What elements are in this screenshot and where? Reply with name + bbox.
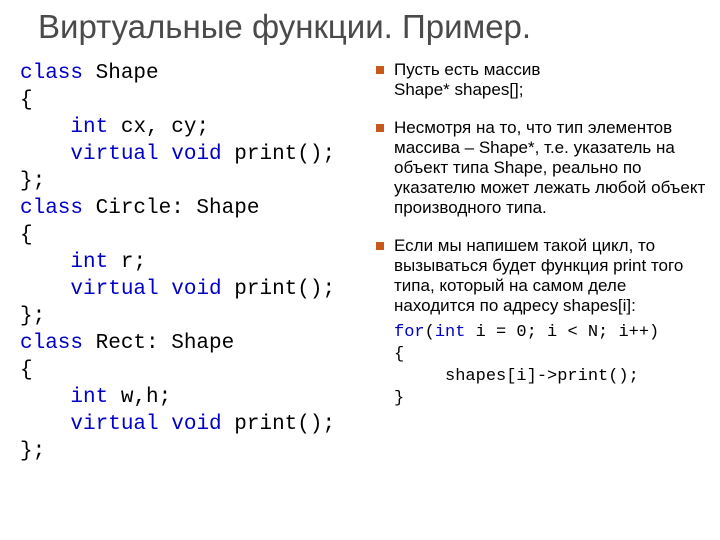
bullet-text: Пусть есть массив Shape* shapes[]; [394, 60, 706, 100]
bullet-item: Пусть есть массив Shape* shapes[]; [376, 60, 706, 100]
keyword-virtual: virtual [70, 278, 158, 301]
keyword-int: int [70, 251, 108, 274]
code-text: i = 0; i < N; i++) [465, 323, 659, 342]
code-text: }; [20, 305, 45, 328]
keyword-for: for [394, 323, 425, 342]
code-text: }; [20, 170, 45, 193]
code-text: cx, cy; [108, 116, 209, 139]
bullet-text: Если мы напишем такой цикл, то вызыватьс… [394, 236, 706, 316]
code-block-left: class Shape { int cx, cy; virtual void p… [20, 60, 380, 465]
code-text [20, 251, 70, 274]
code-text: w,h; [108, 386, 171, 409]
text-line: Shape* shapes[]; [394, 80, 706, 100]
code-text: { [20, 89, 33, 112]
code-text [20, 413, 70, 436]
code-text: Rect: Shape [83, 332, 234, 355]
keyword-void: void [171, 413, 221, 436]
code-text: r; [108, 251, 146, 274]
slide: Виртуальные функции. Пример. class Shape… [0, 0, 720, 540]
code-text: print(); [222, 278, 335, 301]
keyword-int: int [70, 386, 108, 409]
bullet-icon [376, 124, 384, 132]
keyword-virtual: virtual [70, 413, 158, 436]
code-text: Circle: Shape [83, 197, 259, 220]
bullet-icon [376, 66, 384, 74]
text-line: Пусть есть массив [394, 60, 706, 80]
right-column: Пусть есть массив Shape* shapes[]; Несмо… [376, 60, 706, 410]
keyword-class: class [20, 62, 83, 85]
keyword-void: void [171, 143, 221, 166]
code-text: Shape [83, 62, 159, 85]
code-text [159, 413, 172, 436]
bullet-icon [376, 242, 384, 250]
slide-title: Виртуальные функции. Пример. [38, 8, 531, 46]
code-text: { [20, 224, 33, 247]
code-text [20, 386, 70, 409]
code-text: }; [20, 440, 45, 463]
bullet-text: Несмотря на то, что тип элементов массив… [394, 118, 706, 218]
keyword-void: void [171, 278, 221, 301]
code-text [159, 143, 172, 166]
code-block-right: for(int i = 0; i < N; i++) { shapes[i]->… [394, 322, 706, 410]
code-text: ( [425, 323, 435, 342]
code-text: { [20, 359, 33, 382]
keyword-class: class [20, 197, 83, 220]
code-text [20, 116, 70, 139]
bullet-item: Если мы напишем такой цикл, то вызыватьс… [376, 236, 706, 316]
bullet-item: Несмотря на то, что тип элементов массив… [376, 118, 706, 218]
code-text [159, 278, 172, 301]
keyword-int: int [435, 323, 466, 342]
code-text: { [394, 345, 404, 364]
keyword-virtual: virtual [70, 143, 158, 166]
code-text: } [394, 389, 404, 408]
code-text: print(); [222, 143, 335, 166]
keyword-class: class [20, 332, 83, 355]
code-text [20, 278, 70, 301]
code-text [20, 143, 70, 166]
code-text: shapes[i]->print(); [394, 367, 639, 386]
code-text: print(); [222, 413, 335, 436]
keyword-int: int [70, 116, 108, 139]
